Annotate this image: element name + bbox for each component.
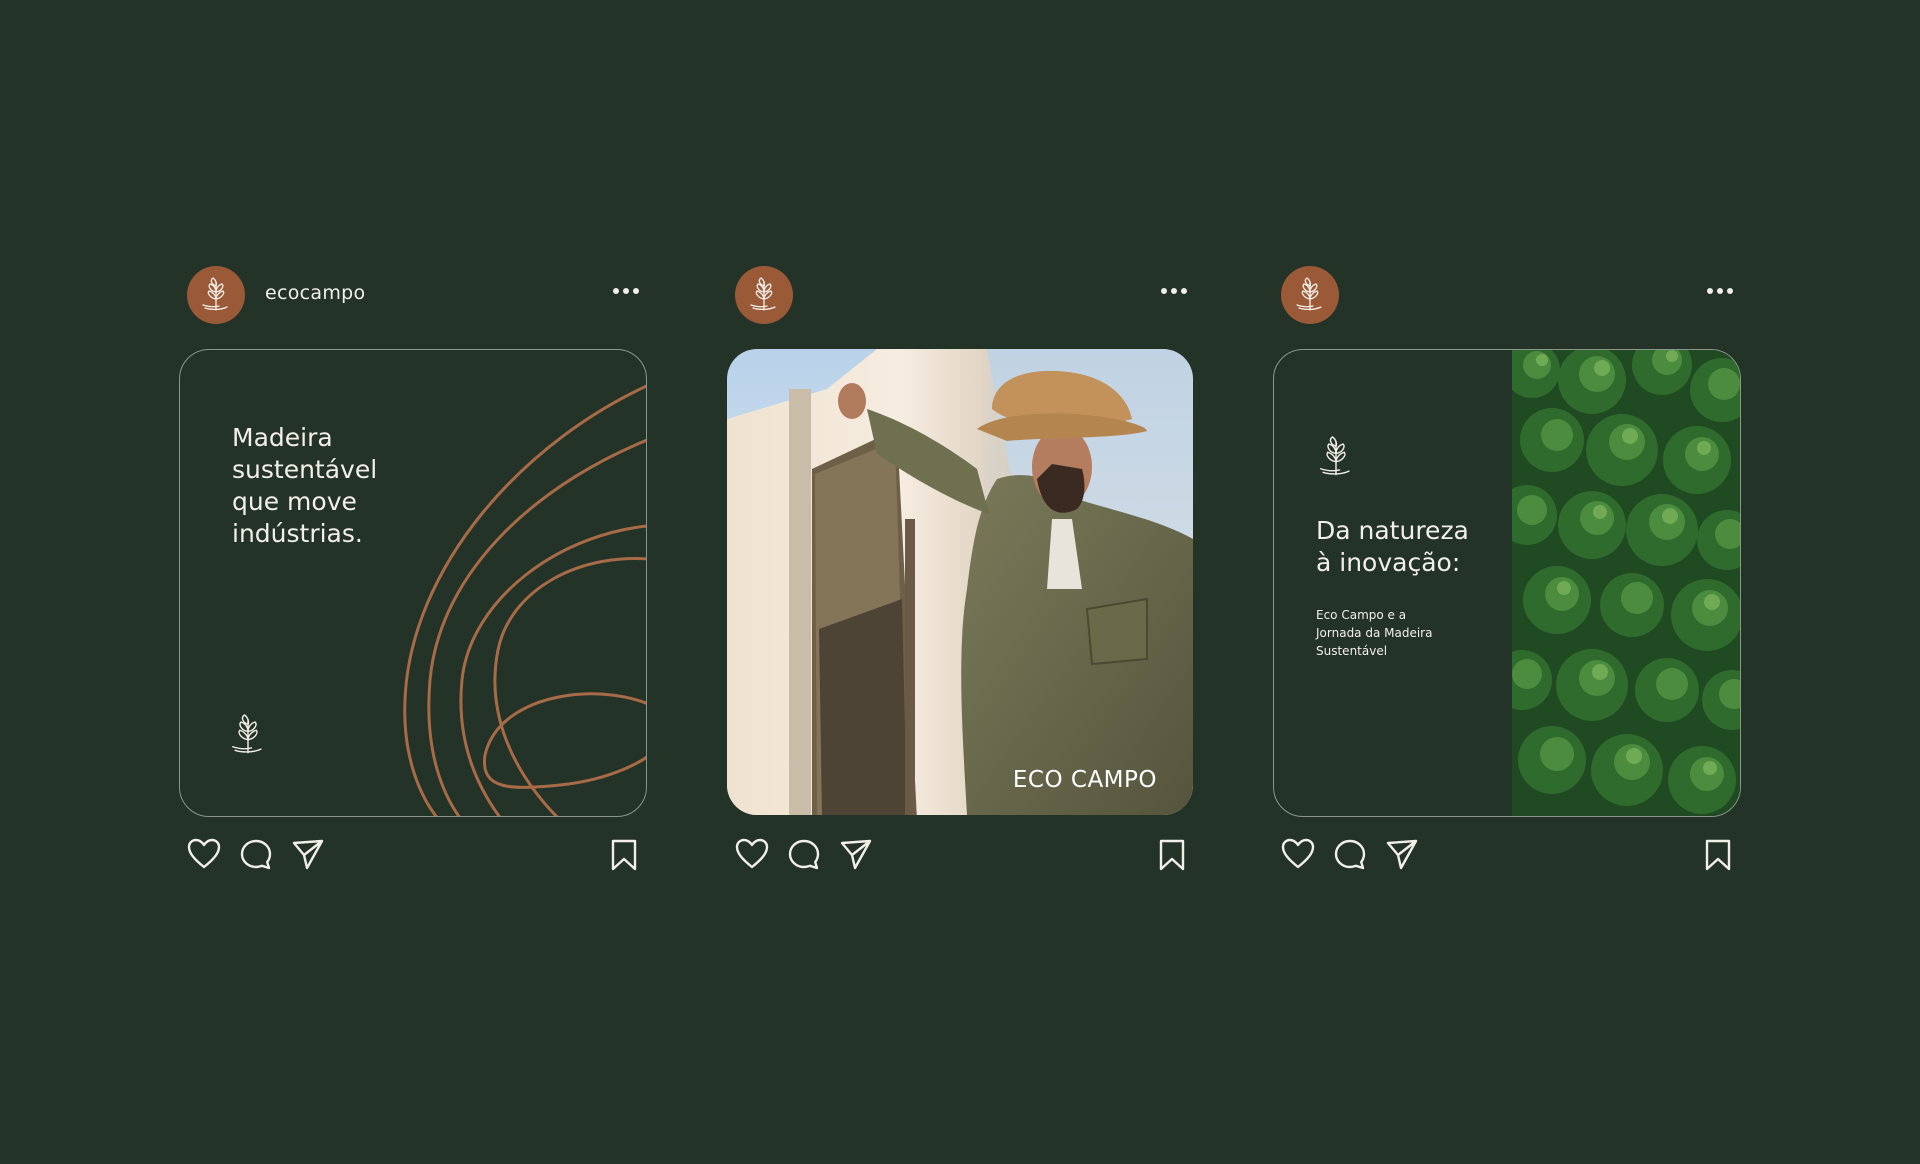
- post-1: ecocampo Madeira sustentável que move in…: [179, 266, 647, 871]
- send-icon[interactable]: [839, 838, 873, 872]
- avatar[interactable]: [735, 266, 793, 324]
- tree-logo-icon: [750, 277, 776, 311]
- post-image[interactable]: Da natureza à inovação: Eco Campo e a Jo…: [1273, 349, 1741, 817]
- avatar[interactable]: [1281, 266, 1339, 324]
- bookmark-icon[interactable]: [1703, 838, 1733, 872]
- heart-icon[interactable]: [735, 838, 769, 870]
- post-actions: [1273, 838, 1741, 878]
- post-header: [727, 266, 1195, 324]
- post-subtitle: Eco Campo e a Jornada da Madeira Sustent…: [1316, 608, 1433, 658]
- post-3: Da natureza à inovação: Eco Campo e a Jo…: [1273, 266, 1741, 871]
- post-actions: [727, 838, 1195, 878]
- send-icon[interactable]: [1385, 838, 1419, 872]
- forest-photo: [1512, 350, 1740, 816]
- post-title: Da natureza à inovação:: [1316, 516, 1469, 577]
- farmer-photo: [727, 349, 1193, 815]
- post-header: ecocampo: [179, 266, 647, 324]
- post-image[interactable]: Madeira sustentável que move indústrias.: [179, 349, 647, 817]
- post-image[interactable]: ECO CAMPO: [727, 349, 1193, 815]
- avatar[interactable]: [187, 266, 245, 324]
- bookmark-icon[interactable]: [1157, 838, 1187, 872]
- more-dots-icon[interactable]: [1707, 288, 1733, 294]
- tree-logo-icon: [1296, 277, 1322, 311]
- bookmark-icon[interactable]: [609, 838, 639, 872]
- watermark-text: ECO CAMPO: [1012, 767, 1157, 793]
- send-icon[interactable]: [291, 838, 325, 872]
- comment-icon[interactable]: [239, 838, 273, 872]
- post-actions: [179, 838, 647, 878]
- username[interactable]: ecocampo: [265, 282, 365, 304]
- headline: Madeira sustentável que move indústrias.: [232, 423, 378, 548]
- comment-icon[interactable]: [1333, 838, 1367, 872]
- comment-icon[interactable]: [787, 838, 821, 872]
- more-dots-icon[interactable]: [1161, 288, 1187, 294]
- tree-logo-icon: [202, 277, 228, 311]
- tree-logo-icon: [1320, 436, 1350, 476]
- post-header: [1273, 266, 1741, 324]
- more-dots-icon[interactable]: [613, 288, 639, 294]
- post-2: ECO CAMPO: [727, 266, 1195, 871]
- heart-icon[interactable]: [187, 838, 221, 870]
- heart-icon[interactable]: [1281, 838, 1315, 870]
- tree-logo-icon: [232, 714, 262, 754]
